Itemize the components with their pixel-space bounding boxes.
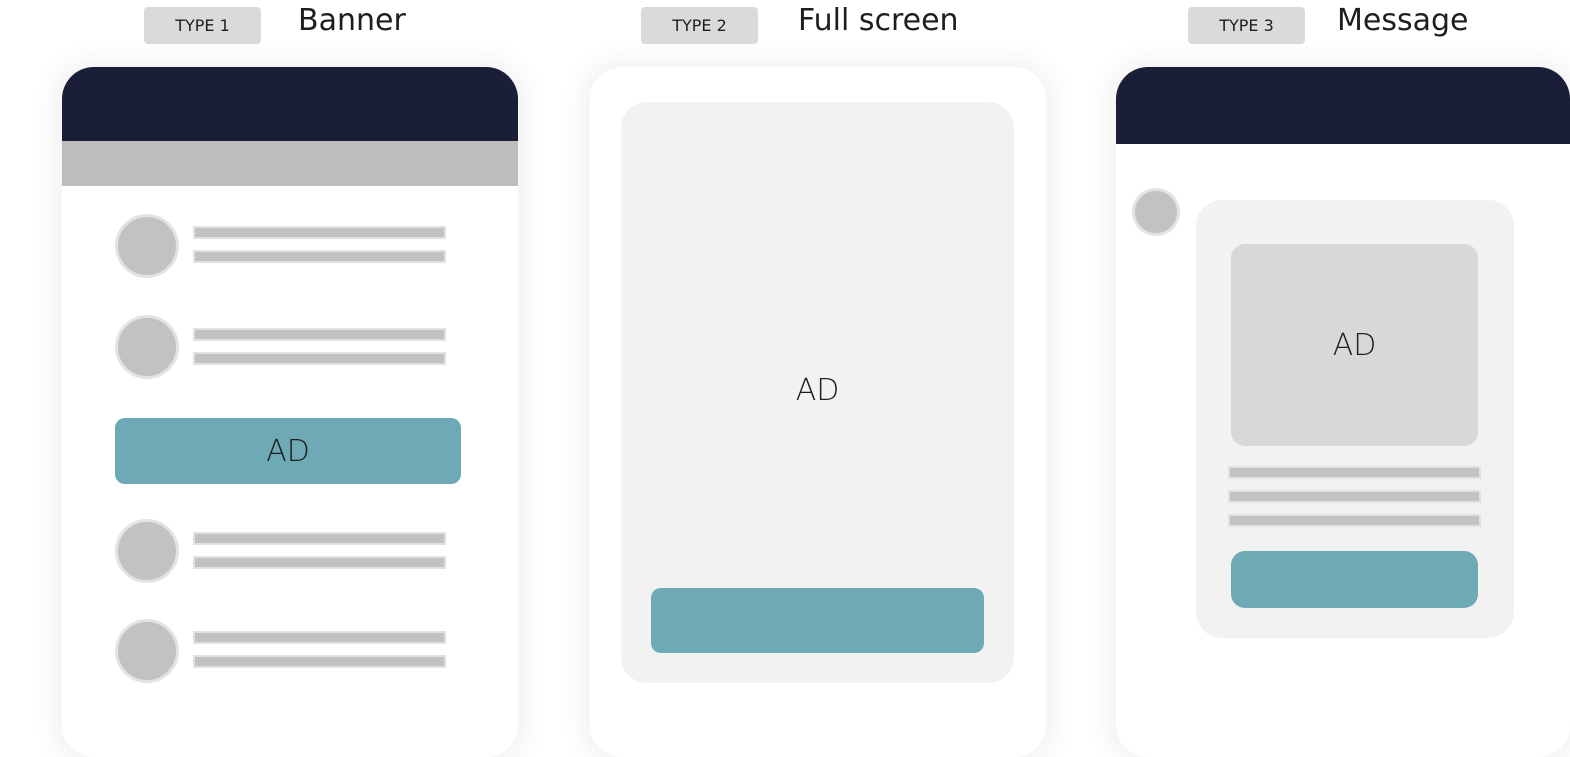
fullscreen-ad-label: AD bbox=[795, 372, 840, 408]
text-line-placeholder bbox=[1228, 490, 1481, 503]
list-item bbox=[115, 619, 447, 683]
type-title-message: Message bbox=[1337, 3, 1469, 38]
type-badge-3: TYPE 3 bbox=[1188, 7, 1305, 44]
message-bubble: AD bbox=[1196, 200, 1514, 638]
list-item bbox=[115, 214, 447, 278]
type-title-banner: Banner bbox=[298, 3, 406, 38]
message-ad-image[interactable]: AD bbox=[1231, 244, 1478, 446]
text-line-placeholder bbox=[193, 352, 446, 365]
avatar bbox=[115, 619, 179, 683]
app-header-bar bbox=[62, 67, 518, 141]
text-line-placeholder bbox=[193, 226, 446, 239]
message-ad-cta-button[interactable] bbox=[1231, 551, 1478, 608]
app-subheader-bar bbox=[62, 141, 518, 186]
avatar bbox=[115, 214, 179, 278]
text-line-placeholder bbox=[193, 328, 446, 341]
list-item bbox=[115, 519, 447, 583]
type-badge-1: TYPE 1 bbox=[144, 7, 261, 44]
avatar bbox=[115, 315, 179, 379]
text-line-placeholder bbox=[193, 532, 446, 545]
phone-message: AD bbox=[1116, 67, 1570, 757]
fullscreen-ad-panel[interactable]: AD bbox=[621, 102, 1014, 683]
text-line-placeholder bbox=[193, 556, 446, 569]
app-header-bar bbox=[1116, 67, 1570, 144]
text-line-placeholder bbox=[1228, 514, 1481, 527]
phone-banner: AD bbox=[62, 67, 518, 757]
type-title-fullscreen: Full screen bbox=[798, 3, 959, 38]
phone-fullscreen: AD bbox=[590, 67, 1046, 757]
fullscreen-ad-cta-button[interactable] bbox=[651, 588, 984, 653]
sender-avatar bbox=[1132, 188, 1180, 236]
banner-ad[interactable]: AD bbox=[115, 418, 461, 484]
text-line-placeholder bbox=[193, 250, 446, 263]
text-line-placeholder bbox=[1228, 466, 1481, 479]
avatar bbox=[115, 519, 179, 583]
type-badge-2: TYPE 2 bbox=[641, 7, 758, 44]
text-line-placeholder bbox=[193, 631, 446, 644]
text-line-placeholder bbox=[193, 655, 446, 668]
list-item bbox=[115, 315, 447, 379]
